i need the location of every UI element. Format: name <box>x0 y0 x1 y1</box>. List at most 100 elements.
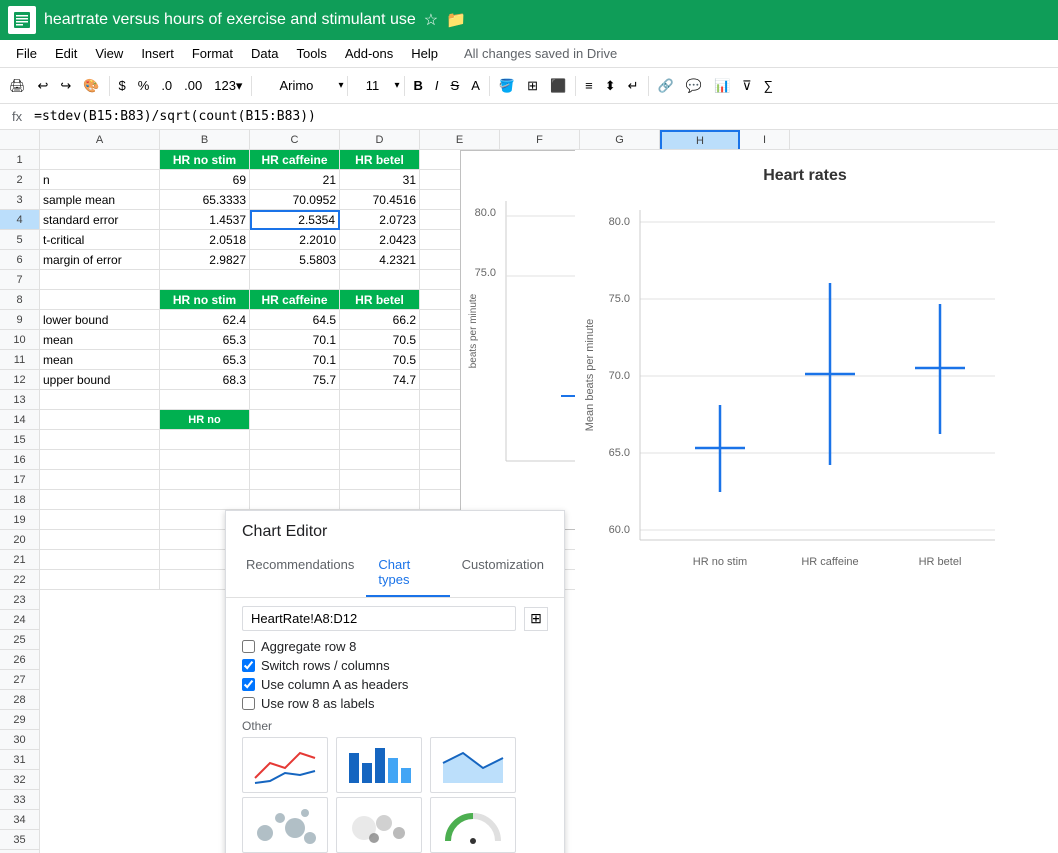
cell-b1[interactable]: HR no stim <box>160 150 250 170</box>
col-header-i[interactable]: I <box>740 130 790 149</box>
link-button[interactable]: 🔗 <box>653 72 679 100</box>
cell-d10[interactable]: 70.5 <box>340 330 420 350</box>
chart-type-area[interactable] <box>430 737 516 793</box>
row-20[interactable]: 20 <box>0 530 40 550</box>
col-header-a[interactable]: A <box>40 130 160 149</box>
cell-b5[interactable]: 2.0518 <box>160 230 250 250</box>
cell-d12[interactable]: 74.7 <box>340 370 420 390</box>
row-30[interactable]: 30 <box>0 730 40 750</box>
row-31[interactable]: 31 <box>0 750 40 770</box>
redo-button[interactable]: ↪ <box>55 72 76 100</box>
chart-type-scatter[interactable] <box>242 797 328 853</box>
cell-d15[interactable] <box>340 430 420 450</box>
col-headers-checkbox[interactable] <box>242 678 255 691</box>
row-13[interactable]: 13 <box>0 390 40 410</box>
col-header-e[interactable]: E <box>420 130 500 149</box>
menu-format[interactable]: Format <box>184 44 241 63</box>
row-27[interactable]: 27 <box>0 670 40 690</box>
cell-a16[interactable] <box>40 450 160 470</box>
cell-b11[interactable]: 65.3 <box>160 350 250 370</box>
cell-a11[interactable]: mean <box>40 350 160 370</box>
row-33[interactable]: 33 <box>0 790 40 810</box>
bold-button[interactable]: B <box>409 72 428 100</box>
cell-c9[interactable]: 64.5 <box>250 310 340 330</box>
italic-button[interactable]: I <box>430 72 444 100</box>
menu-insert[interactable]: Insert <box>133 44 182 63</box>
text-color-button[interactable]: A <box>466 72 485 100</box>
row-34[interactable]: 34 <box>0 810 40 830</box>
valign-button[interactable]: ⬍ <box>600 72 621 100</box>
row-24[interactable]: 24 <box>0 610 40 630</box>
cell-c16[interactable] <box>250 450 340 470</box>
cell-a9[interactable]: lower bound <box>40 310 160 330</box>
cell-b15[interactable] <box>160 430 250 450</box>
cell-d9[interactable]: 66.2 <box>340 310 420 330</box>
font-name-input[interactable] <box>256 78 336 93</box>
row-5[interactable]: 5 <box>0 230 40 250</box>
cell-b4[interactable]: 1.4537 <box>160 210 250 230</box>
row-1[interactable]: 1 <box>0 150 40 170</box>
merge-button[interactable]: ⬛ <box>545 72 571 100</box>
row-18[interactable]: 18 <box>0 490 40 510</box>
cell-a3[interactable]: sample mean <box>40 190 160 210</box>
row-8[interactable]: 8 <box>0 290 40 310</box>
cell-c4[interactable]: 2.5354 <box>250 210 340 230</box>
row-29[interactable]: 29 <box>0 710 40 730</box>
cell-c11[interactable]: 70.1 <box>250 350 340 370</box>
cell-b14[interactable]: HR no <box>160 410 250 430</box>
cell-a13[interactable] <box>40 390 160 410</box>
print-button[interactable]: 🖨 <box>4 72 31 100</box>
fill-color-button[interactable]: 🪣 <box>494 72 520 100</box>
row-25[interactable]: 25 <box>0 630 40 650</box>
row-3[interactable]: 3 <box>0 190 40 210</box>
cell-b17[interactable] <box>160 470 250 490</box>
tab-customization[interactable]: Customization <box>450 549 556 597</box>
aggregate-checkbox[interactable] <box>242 640 255 653</box>
formula-input[interactable] <box>34 109 1054 124</box>
cell-a6[interactable]: margin of error <box>40 250 160 270</box>
cell-a14[interactable] <box>40 410 160 430</box>
cell-c17[interactable] <box>250 470 340 490</box>
cell-a1[interactable] <box>40 150 160 170</box>
cell-c13[interactable] <box>250 390 340 410</box>
menu-addons[interactable]: Add-ons <box>337 44 401 63</box>
cell-d17[interactable] <box>340 470 420 490</box>
decimal-inc-button[interactable]: .00 <box>179 72 207 100</box>
decimal-dec-button[interactable]: .0 <box>156 72 177 100</box>
cell-a10[interactable]: mean <box>40 330 160 350</box>
cell-b9[interactable]: 62.4 <box>160 310 250 330</box>
row-10[interactable]: 10 <box>0 330 40 350</box>
font-size-input[interactable] <box>352 78 392 93</box>
strikethrough-button[interactable]: S <box>446 72 465 100</box>
chart-button[interactable]: 📊 <box>709 72 735 100</box>
row-9[interactable]: 9 <box>0 310 40 330</box>
row-32[interactable]: 32 <box>0 770 40 790</box>
row-15[interactable]: 15 <box>0 430 40 450</box>
cell-b10[interactable]: 65.3 <box>160 330 250 350</box>
menu-tools[interactable]: Tools <box>288 44 334 63</box>
cell-c3[interactable]: 70.0952 <box>250 190 340 210</box>
cell-a2[interactable]: n <box>40 170 160 190</box>
cell-d3[interactable]: 70.4516 <box>340 190 420 210</box>
switch-rows-checkbox[interactable] <box>242 659 255 672</box>
col-header-g[interactable]: G <box>580 130 660 149</box>
menu-help[interactable]: Help <box>403 44 446 63</box>
menu-file[interactable]: File <box>8 44 45 63</box>
cell-d1[interactable]: HR betel <box>340 150 420 170</box>
row-21[interactable]: 21 <box>0 550 40 570</box>
cell-c12[interactable]: 75.7 <box>250 370 340 390</box>
size-dropdown-icon[interactable]: ▾ <box>394 80 399 91</box>
cell-d5[interactable]: 2.0423 <box>340 230 420 250</box>
folder-icon[interactable]: 📁 <box>446 10 466 30</box>
data-range-input[interactable] <box>242 606 516 631</box>
cell-c5[interactable]: 2.2010 <box>250 230 340 250</box>
col-header-c[interactable]: C <box>250 130 340 149</box>
wrap-button[interactable]: ↵ <box>623 72 644 100</box>
row-14[interactable]: 14 <box>0 410 40 430</box>
cell-c6[interactable]: 5.5803 <box>250 250 340 270</box>
row-labels-checkbox[interactable] <box>242 697 255 710</box>
cell-b13[interactable] <box>160 390 250 410</box>
cell-d6[interactable]: 4.2321 <box>340 250 420 270</box>
chart-type-line[interactable] <box>242 737 328 793</box>
tab-recommendations[interactable]: Recommendations <box>234 549 366 597</box>
